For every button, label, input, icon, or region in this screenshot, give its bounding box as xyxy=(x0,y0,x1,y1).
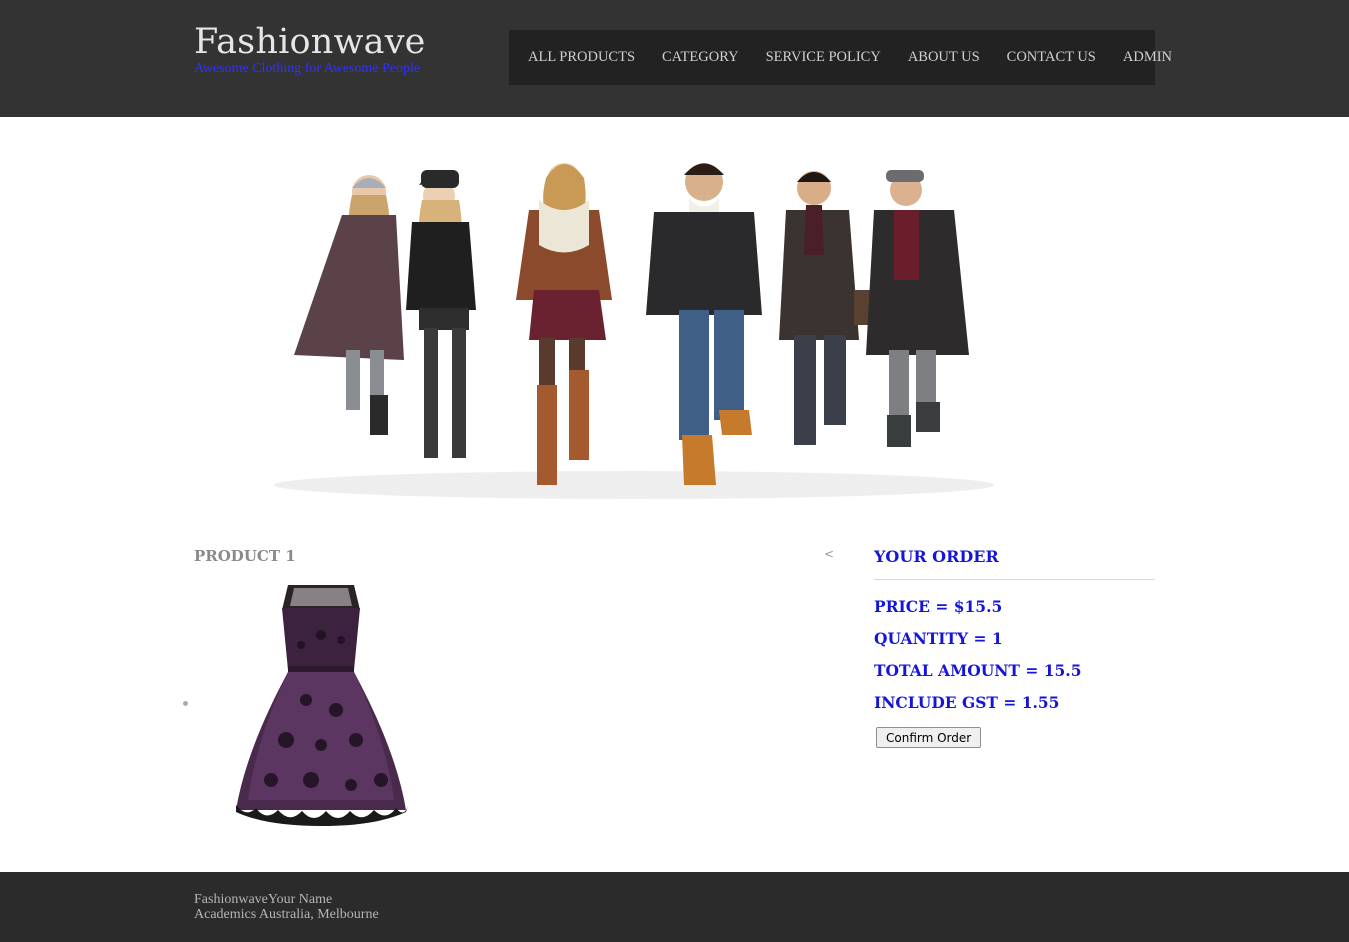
nav-category[interactable]: CATEGORY xyxy=(662,49,739,66)
order-panel: YOUR ORDER PRICE = $15.5 QUANTITY = 1 TO… xyxy=(874,547,1155,748)
product-image[interactable] xyxy=(226,580,416,830)
brand-tagline: Awesome Clothing for Awesome People xyxy=(194,61,421,76)
site-footer: FashionwaveYour Name Academics Australia… xyxy=(0,872,1349,942)
nav-about-us[interactable]: ABOUT US xyxy=(908,49,980,66)
nav-admin[interactable]: ADMIN xyxy=(1123,49,1172,66)
main-nav: ALL PRODUCTS CATEGORY SERVICE POLICY ABO… xyxy=(509,30,1172,85)
order-gst: INCLUDE GST = 1.55 xyxy=(874,693,1060,712)
confirm-order-button[interactable]: Confirm Order xyxy=(876,727,982,748)
nav-service-policy[interactable]: SERVICE POLICY xyxy=(766,49,881,66)
product-heading: PRODUCT 1 xyxy=(194,547,296,565)
brand[interactable]: Fashionwave Awesome Clothing for Awesome… xyxy=(194,22,426,76)
footer-text: FashionwaveYour Name Academics Australia… xyxy=(194,892,379,922)
footer-line-2: Academics Australia, Melbourne xyxy=(194,907,379,922)
nav-contact-us[interactable]: CONTACT US xyxy=(1007,49,1096,66)
order-price: PRICE = $15.5 xyxy=(874,597,1003,616)
hero-banner-image xyxy=(194,140,1074,500)
order-title: YOUR ORDER xyxy=(874,547,1155,580)
order-quantity: QUANTITY = 1 xyxy=(874,629,1003,648)
site-header: Fashionwave Awesome Clothing for Awesome… xyxy=(0,0,1349,117)
nav-all-products[interactable]: ALL PRODUCTS xyxy=(528,49,635,66)
order-total: TOTAL AMOUNT = 15.5 xyxy=(874,661,1082,680)
brand-title[interactable]: Fashionwave xyxy=(194,22,426,62)
carousel-prev-button[interactable]: < xyxy=(824,547,834,561)
footer-line-1: FashionwaveYour Name xyxy=(194,892,333,907)
list-bullet xyxy=(183,701,188,706)
